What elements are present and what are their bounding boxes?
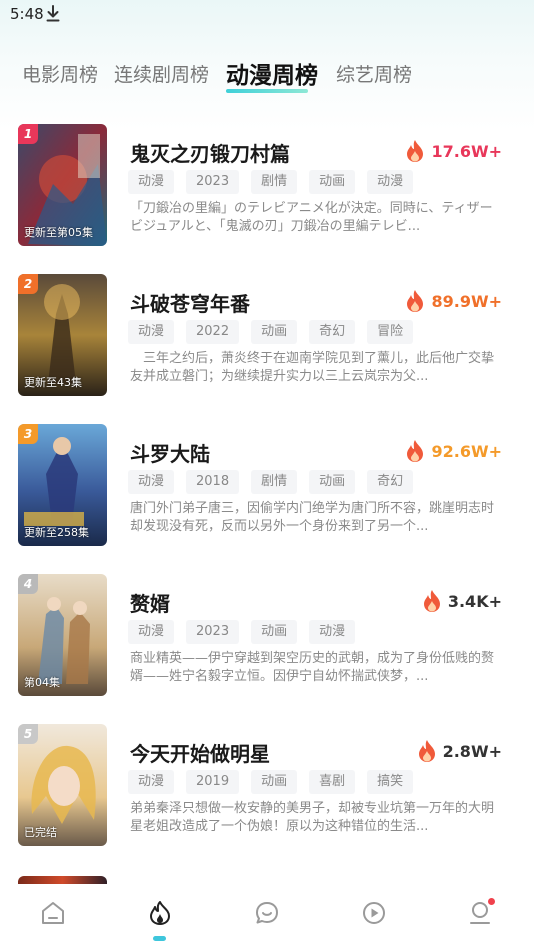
item-description: 三年之约后，萧炎终于在迦南学院见到了薰儿，此后他广交挚友并成立磐门；为继续提升实… xyxy=(130,351,495,384)
flame-icon xyxy=(407,440,424,462)
tag: 动漫 xyxy=(128,470,175,494)
tag: 动画 xyxy=(251,770,298,794)
list-item[interactable]: 4 第04集 赘婿 3.4K+ 动漫 2023 动画 动漫 商业精英——伊宁穿越… xyxy=(0,570,534,696)
heat-value: 92.6W+ xyxy=(431,441,502,461)
list-item[interactable]: 3 更新至258集 斗罗大陆 92.6W+ 动漫 2018 剧情 动画 奇幻 唐… xyxy=(0,420,534,546)
cover-image[interactable]: 4 第04集 xyxy=(18,574,107,696)
item-title[interactable]: 斗罗大陆 xyxy=(130,438,210,467)
episode-label: 已完结 xyxy=(24,826,57,839)
tag: 2019 xyxy=(186,770,240,794)
item-description: 商业精英——伊宁穿越到架空历史的武朝，成为了身份低贱的赘婿——姓宁名毅字立恒。因… xyxy=(130,651,495,684)
tag: 动漫 xyxy=(309,620,356,644)
tag: 动漫 xyxy=(367,170,414,194)
tag: 动漫 xyxy=(128,170,175,194)
status-bar: 5:48 xyxy=(0,0,534,32)
tag: 动画 xyxy=(251,320,298,344)
status-time: 5:48 xyxy=(10,5,44,23)
tag: 冒险 xyxy=(367,320,414,344)
tag-list: 动漫 2018 剧情 动画 奇幻 xyxy=(128,470,425,494)
tag: 剧情 xyxy=(251,470,298,494)
tab-movie-weekly[interactable]: 电影周榜 xyxy=(22,60,98,87)
tag: 动漫 xyxy=(128,770,175,794)
bottom-nav xyxy=(0,884,534,949)
tag: 2023 xyxy=(186,170,240,194)
episode-label: 更新至第05集 xyxy=(24,226,93,239)
list-item[interactable]: 1 更新至第05集 鬼灭之刃锻刀村篇 17.6W+ 动漫 2023 剧情 动画 … xyxy=(0,120,534,246)
tag: 2023 xyxy=(186,620,240,644)
tag: 奇幻 xyxy=(309,320,356,344)
tag-list: 动漫 2023 剧情 动画 动漫 xyxy=(128,170,425,194)
list-item[interactable]: 2 更新至43集 斗破苍穹年番 89.9W+ 动漫 2022 动画 奇幻 冒险 … xyxy=(0,270,534,396)
rank-badge: 4 xyxy=(18,574,38,594)
heat-value: 17.6W+ xyxy=(431,141,502,161)
notification-dot xyxy=(488,898,495,905)
tag: 动画 xyxy=(309,470,356,494)
tab-anime-weekly[interactable]: 动漫周榜 xyxy=(226,56,318,90)
heat-value: 2.8W+ xyxy=(442,741,502,761)
active-nav-indicator xyxy=(153,936,166,941)
heat-indicator: 89.9W+ xyxy=(405,288,502,314)
episode-label: 第04集 xyxy=(24,676,60,689)
rank-badge: 1 xyxy=(18,124,38,144)
rank-badge: 3 xyxy=(18,424,38,444)
tag: 动画 xyxy=(251,620,298,644)
tag: 搞笑 xyxy=(367,770,414,794)
item-title[interactable]: 今天开始做明星 xyxy=(130,738,270,767)
heat-indicator: 2.8W+ xyxy=(417,738,502,764)
item-description: 弟弟秦泽只想做一枚安静的美男子，却被专业坑第一万年的大明星老姐改造成了一个伪娘！… xyxy=(130,801,495,834)
home-icon[interactable] xyxy=(40,900,66,926)
heat-indicator: 3.4K+ xyxy=(422,588,502,614)
tag: 喜剧 xyxy=(309,770,356,794)
list-item[interactable]: 5 已完结 今天开始做明星 2.8W+ 动漫 2019 动画 喜剧 搞笑 弟弟秦… xyxy=(0,720,534,846)
flame-icon xyxy=(407,290,424,312)
cover-image[interactable]: 3 更新至258集 xyxy=(18,424,107,546)
active-tab-indicator xyxy=(226,89,308,93)
play-icon[interactable] xyxy=(361,900,387,926)
flame-icon xyxy=(423,590,440,612)
cover-image[interactable]: 1 更新至第05集 xyxy=(18,124,107,246)
flame-icon xyxy=(418,740,435,762)
tag: 动漫 xyxy=(128,620,175,644)
tag: 动漫 xyxy=(128,320,175,344)
heat-value: 3.4K+ xyxy=(447,591,502,611)
item-title[interactable]: 赘婿 xyxy=(130,588,170,617)
episode-label: 更新至258集 xyxy=(24,526,89,539)
heat-value: 89.9W+ xyxy=(431,291,502,311)
tab-variety-weekly[interactable]: 综艺周榜 xyxy=(336,60,412,87)
flame-icon[interactable] xyxy=(147,900,173,926)
tag: 2018 xyxy=(186,470,240,494)
download-icon xyxy=(46,5,60,22)
flame-icon xyxy=(407,140,424,162)
tag: 剧情 xyxy=(251,170,298,194)
tag-list: 动漫 2022 动画 奇幻 冒险 xyxy=(128,320,425,344)
chat-icon[interactable] xyxy=(254,900,280,926)
cover-image[interactable]: 5 已完结 xyxy=(18,724,107,846)
tab-series-weekly[interactable]: 连续剧周榜 xyxy=(114,60,209,87)
item-title[interactable]: 斗破苍穹年番 xyxy=(130,288,250,317)
item-title[interactable]: 鬼灭之刃锻刀村篇 xyxy=(130,138,290,167)
item-description: 「刀鍛冶の里編」のテレビアニメ化が決定。同時に、ティザービジュアルと、「鬼滅の刃… xyxy=(130,201,493,234)
heat-indicator: 17.6W+ xyxy=(405,138,502,164)
tag: 动画 xyxy=(309,170,356,194)
tag: 2022 xyxy=(186,320,240,344)
episode-label: 更新至43集 xyxy=(24,376,82,389)
rank-badge: 5 xyxy=(18,724,38,744)
tag: 奇幻 xyxy=(367,470,414,494)
cover-image[interactable]: 2 更新至43集 xyxy=(18,274,107,396)
tag-list: 动漫 2023 动画 动漫 xyxy=(128,620,367,644)
heat-indicator: 92.6W+ xyxy=(405,438,502,464)
item-description: 唐门外门弟子唐三，因偷学内门绝学为唐门所不容，跳崖明志时却发现没有死，反而以另外… xyxy=(130,501,495,534)
rank-badge: 2 xyxy=(18,274,38,294)
tag-list: 动漫 2019 动画 喜剧 搞笑 xyxy=(128,770,425,794)
